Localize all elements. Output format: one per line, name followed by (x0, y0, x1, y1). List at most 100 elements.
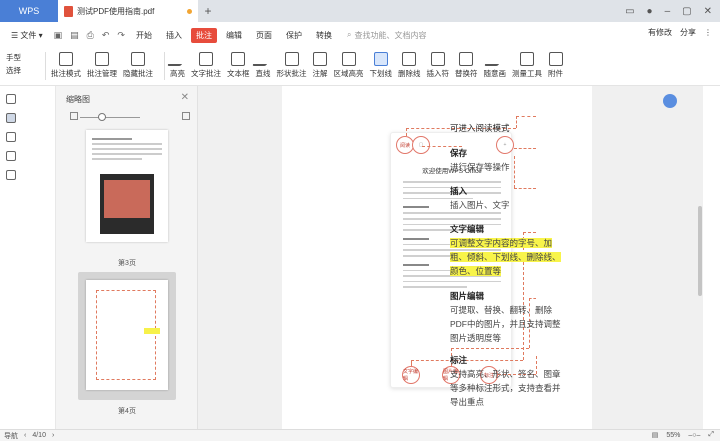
toolbar-divider (45, 52, 46, 80)
text-annotation-button[interactable]: 文字批注 (191, 52, 221, 79)
share-button[interactable]: 分享 (680, 27, 696, 38)
close-icon[interactable]: ✕ (181, 92, 189, 103)
underline-button[interactable]: 下划线 (370, 52, 392, 79)
left-rail (0, 86, 56, 429)
thumbnail-icon[interactable] (6, 113, 16, 123)
mark-line-3: 导出重点 (450, 397, 485, 407)
highlight-button[interactable]: 高亮 (166, 52, 189, 79)
new-tab-button[interactable]: + (198, 4, 218, 18)
area-highlight-button[interactable]: 区域高亮 (334, 52, 364, 79)
annotate-mode-label: 批注模式 (51, 69, 81, 78)
image-edit-line-2: PDF中的图片，并且支持调整 (450, 319, 561, 329)
menu-annotate[interactable]: 批注 (190, 27, 217, 43)
vertical-scrollbar[interactable] (697, 86, 703, 429)
scrollbar-thumb[interactable] (698, 206, 702, 296)
replace-label: 替换符 (455, 69, 478, 78)
page-thumbnail-3[interactable] (86, 130, 168, 242)
toolbar-divider (164, 52, 165, 80)
save-circle-icon[interactable]: ▢ (412, 136, 430, 154)
annotate-mode-button[interactable]: 批注模式 (51, 52, 81, 79)
bookmark-icon[interactable] (6, 94, 16, 104)
unsaved-dot-icon (187, 8, 192, 14)
maximize-icon[interactable]: ▢ (682, 6, 691, 17)
file-menu[interactable]: ☰ 文件 ▾ (6, 28, 48, 43)
close-icon[interactable]: ✕ (704, 6, 712, 17)
page-thumbnail-4[interactable] (86, 280, 168, 390)
window-controls: ▭ ● – ▢ ✕ (625, 0, 720, 22)
menu-start[interactable]: 开始 (131, 28, 157, 43)
attachment-icon (548, 52, 563, 66)
connector-line (514, 148, 536, 149)
wps-home-tab[interactable]: WPS (0, 0, 58, 22)
textbox-label: 文本框 (227, 69, 250, 78)
more-icon[interactable]: ⋮ (704, 28, 712, 37)
line-button[interactable]: 直线 (251, 52, 275, 79)
text-annotation-icon (199, 52, 213, 66)
annotate-mode-icon (59, 52, 73, 66)
page-indicator[interactable]: 4/10 (32, 432, 46, 439)
text-edit-circle[interactable]: 文字编辑 (402, 366, 420, 384)
connector-line (516, 116, 536, 117)
strikethrough-button[interactable]: 删除线 (398, 52, 421, 79)
measure-label: 测量工具 (512, 69, 542, 78)
text-edit-title: 文字编辑 (450, 224, 485, 234)
caret-button[interactable]: 插入符 (427, 52, 449, 79)
attachment-panel-icon[interactable] (6, 151, 16, 161)
signature-icon[interactable] (6, 170, 16, 180)
zoom-slider[interactable]: –○– (688, 432, 700, 439)
zoom-in-icon[interactable] (182, 112, 190, 120)
redo-icon[interactable]: ↷ (115, 30, 127, 41)
slider-handle[interactable] (98, 113, 106, 121)
thumbnail-content (96, 290, 156, 380)
view-mode-icon[interactable]: ▤ (652, 431, 659, 439)
annotation-toolbar: 手型 选择 批注模式 批注管理 隐藏批注 高亮 文字批注 文本框 直线 形状批注… (0, 48, 720, 86)
insert-title: 插入 (450, 186, 468, 196)
search-placeholder: 查找功能、文档内容 (354, 30, 427, 40)
zoom-level[interactable]: 55% (666, 432, 680, 439)
title-bar: WPS 测试PDF使用指南.pdf + ▭ ● – ▢ ✕ (0, 0, 720, 22)
measure-button[interactable]: 测量工具 (512, 52, 542, 79)
save-icon[interactable]: ▤ (68, 30, 81, 41)
print-icon[interactable]: ⎙ (85, 30, 96, 41)
modified-status[interactable]: 有修改 (648, 27, 672, 38)
floating-assistant-icon[interactable] (663, 94, 677, 108)
shape-annotation-label: 形状批注 (276, 69, 307, 78)
freehand-button[interactable]: 随意画 (484, 52, 506, 79)
menu-insert[interactable]: 插入 (161, 28, 187, 43)
mark-title: 标注 (450, 355, 468, 365)
menu-edit[interactable]: 编辑 (221, 28, 247, 43)
note-button[interactable]: 注解 (313, 52, 328, 79)
textbox-button[interactable]: 文本框 (227, 52, 250, 79)
undo-icon[interactable]: ↶ (100, 30, 112, 41)
attachment-button[interactable]: 附件 (548, 52, 563, 79)
shape-icon (284, 52, 299, 66)
area-highlight-icon (341, 52, 356, 66)
menu-page[interactable]: 页面 (251, 28, 277, 43)
highlight-pen-icon (166, 52, 189, 66)
menu-protect[interactable]: 保护 (281, 28, 307, 43)
open-icon[interactable]: ▣ (52, 30, 65, 41)
hand-tool[interactable]: 手型 (6, 52, 40, 63)
strikethrough-label: 删除线 (398, 69, 421, 78)
user-avatar-icon[interactable]: ● (647, 6, 653, 17)
document-tab[interactable]: 测试PDF使用指南.pdf (58, 0, 198, 22)
comment-icon[interactable] (6, 132, 16, 142)
annotate-manage-button[interactable]: 批注管理 (87, 52, 117, 79)
search-box[interactable]: ⌕ 查找功能、文档内容 (347, 30, 426, 41)
hide-annotations-button[interactable]: 隐藏批注 (123, 52, 153, 79)
select-tool[interactable]: 选择 (6, 65, 40, 76)
hide-annotations-icon (131, 52, 145, 66)
zoom-out-icon[interactable] (70, 112, 78, 120)
shape-annotation-button[interactable]: 形状批注 (277, 52, 307, 79)
next-page-icon[interactable]: › (52, 432, 54, 439)
replace-button[interactable]: 替换符 (455, 52, 478, 79)
prev-page-icon[interactable]: ‹ (24, 432, 26, 439)
layout-icon[interactable]: ▭ (625, 6, 634, 17)
navigation-toggle[interactable]: 导航 (4, 431, 18, 441)
annotate-manage-label: 批注管理 (87, 69, 117, 78)
thumbnail-zoom-slider[interactable] (70, 112, 190, 122)
fullscreen-icon[interactable]: ⤢ (708, 431, 714, 439)
highlight-label: 高亮 (170, 69, 185, 78)
minimize-icon[interactable]: – (665, 6, 671, 17)
menu-convert[interactable]: 转换 (311, 28, 337, 43)
